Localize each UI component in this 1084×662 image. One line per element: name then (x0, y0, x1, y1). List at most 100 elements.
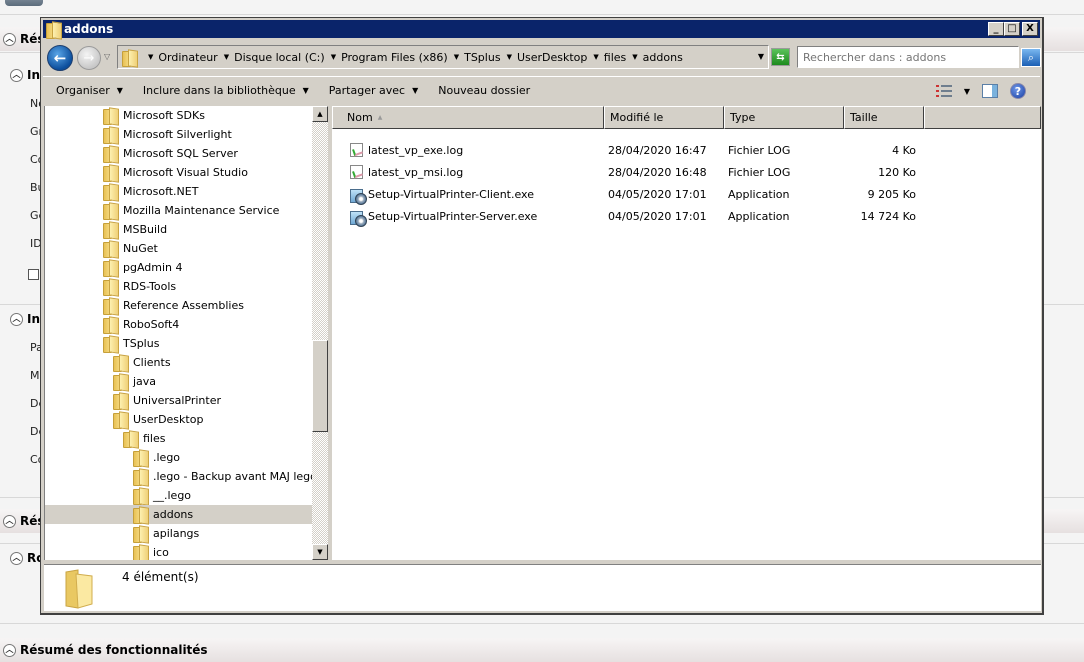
folder-icon (133, 450, 147, 467)
breadcrumb-local-disk[interactable]: ▼ Disque local (C:) (224, 51, 325, 64)
breadcrumb-userdesktop[interactable]: ▼ UserDesktop (507, 51, 588, 64)
organise-button[interactable]: Organiser ▼ (56, 84, 123, 97)
scroll-down-button[interactable]: ▼ (312, 544, 328, 560)
view-dropdown-icon[interactable]: ▼ (964, 87, 970, 96)
tree-item[interactable]: __.lego (45, 486, 328, 505)
collapse-icon: ︿ (10, 551, 23, 565)
tree-item[interactable]: Reference Assemblies (45, 296, 328, 315)
tree-item[interactable]: NuGet (45, 239, 328, 258)
collapse-icon: ︿ (3, 32, 16, 46)
tree-item-label: __.lego (153, 489, 192, 502)
column-header-modified[interactable]: Modifié le (604, 106, 724, 129)
folder-icon (113, 355, 127, 372)
folder-icon (103, 146, 117, 163)
tree-item[interactable]: .lego - Backup avant MAJ lego ex (45, 467, 328, 486)
back-button[interactable]: ← (47, 45, 73, 71)
file-row[interactable]: Setup-VirtualPrinter-Server.exe 04/05/20… (332, 206, 1041, 228)
minimize-button[interactable]: _ (988, 22, 1004, 36)
collapse-icon: ︿ (10, 312, 23, 326)
tree-item[interactable]: java (45, 372, 328, 391)
bg-checkbox[interactable] (28, 269, 39, 280)
new-folder-button[interactable]: Nouveau dossier (438, 84, 530, 97)
tree-item[interactable]: Mozilla Maintenance Service (45, 201, 328, 220)
folder-icon (103, 184, 117, 201)
column-header-size[interactable]: Taille (844, 106, 924, 129)
bg-subsection-2[interactable]: ︿ In (10, 312, 40, 326)
bg-section-features[interactable]: ︿ Résumé des fonctionnalités (0, 638, 1084, 662)
folder-icon (103, 203, 117, 220)
breadcrumb-program-files[interactable]: ▼ Program Files (x86) (331, 51, 448, 64)
folder-icon (122, 50, 136, 67)
chevron-down-icon[interactable]: ▼ (632, 53, 637, 61)
file-row[interactable]: Setup-VirtualPrinter-Client.exe 04/05/20… (332, 184, 1041, 206)
tree-item[interactable]: ico (45, 543, 328, 560)
tree-item[interactable]: UserDesktop (45, 410, 328, 429)
column-header-name[interactable]: Nom ▲ (332, 106, 604, 129)
chevron-down-icon[interactable]: ▼ (454, 53, 459, 61)
folder-icon (133, 488, 147, 505)
scroll-thumb[interactable] (312, 340, 328, 432)
search-input[interactable] (797, 46, 1019, 68)
chevron-down-icon[interactable]: ▼ (507, 53, 512, 61)
tree-item-label: ico (153, 546, 169, 559)
chevron-down-icon[interactable]: ▼ (331, 53, 336, 61)
address-bar[interactable]: ▼ Ordinateur ▼ Disque local (C:) ▼ Program … (117, 45, 769, 69)
tree-item-label: RoboSoft4 (123, 318, 180, 331)
chevron-down-icon[interactable]: ▼ (148, 53, 153, 61)
address-history-dropdown[interactable]: ▼ (758, 52, 764, 61)
preview-pane-icon[interactable] (982, 84, 998, 98)
tree-item[interactable]: .lego (45, 448, 328, 467)
chevron-down-icon[interactable]: ▼ (224, 53, 229, 61)
log-file-icon (350, 143, 363, 157)
tree-scrollbar[interactable]: ▲ ▼ (312, 106, 328, 560)
tree-item[interactable]: apilangs (45, 524, 328, 543)
log-file-icon (350, 165, 363, 179)
tree-item[interactable]: Microsoft SQL Server (45, 144, 328, 163)
tree-item[interactable]: UniversalPrinter (45, 391, 328, 410)
scroll-up-button[interactable]: ▲ (312, 106, 328, 122)
tree-item[interactable]: Clients (45, 353, 328, 372)
file-row[interactable]: latest_vp_exe.log 28/04/2020 16:47 Fichi… (332, 140, 1041, 162)
file-row[interactable]: latest_vp_msi.log 28/04/2020 16:48 Fichi… (332, 162, 1041, 184)
tree-item[interactable]: pgAdmin 4 (45, 258, 328, 277)
bg-subsection-1[interactable]: ︿ In (10, 68, 40, 82)
share-with-button[interactable]: Partager avec ▼ (329, 84, 418, 97)
tree-item-label: MSBuild (123, 223, 168, 236)
breadcrumb-addons[interactable]: ▼ addons (632, 51, 683, 64)
tree-item[interactable]: RDS-Tools (45, 277, 328, 296)
tree-item[interactable]: Microsoft.NET (45, 182, 328, 201)
search-button[interactable]: ⌕ (1021, 48, 1041, 67)
folder-icon (103, 298, 117, 315)
help-icon[interactable]: ? (1010, 83, 1026, 99)
breadcrumb-files[interactable]: ▼ files (593, 51, 626, 64)
tree-item[interactable]: MSBuild (45, 220, 328, 239)
item-count: 4 élément(s) (122, 570, 199, 584)
tree-item[interactable]: RoboSoft4 (45, 315, 328, 334)
tree-item[interactable]: Microsoft Visual Studio (45, 163, 328, 182)
title-bar[interactable]: addons _ □ X (43, 20, 1040, 39)
tree-item-label: UniversalPrinter (133, 394, 221, 407)
close-button[interactable]: X (1022, 22, 1038, 36)
tree-item[interactable]: TSplus (45, 334, 328, 353)
tree-item-label: Microsoft SDKs (123, 109, 205, 122)
refresh-button[interactable]: ⇆ (771, 48, 790, 66)
folder-icon (103, 317, 117, 334)
breadcrumb-tsplus[interactable]: ▼ TSplus (454, 51, 501, 64)
view-options-icon[interactable] (935, 85, 952, 97)
recent-pages-dropdown[interactable]: ▽ (104, 52, 110, 61)
tree-item[interactable]: Microsoft SDKs (45, 106, 328, 125)
arrow-left-icon: ← (53, 49, 67, 67)
forward-button[interactable]: → (77, 46, 101, 70)
tree-item[interactable]: Microsoft Silverlight (45, 125, 328, 144)
include-library-button[interactable]: Inclure dans la bibliothèque ▼ (143, 84, 309, 97)
breadcrumb-computer[interactable]: ▼ Ordinateur (148, 51, 218, 64)
tree-item-label: Microsoft.NET (123, 185, 199, 198)
column-header-type[interactable]: Type (724, 106, 844, 129)
tree-item[interactable]: files (45, 429, 328, 448)
folder-icon (103, 260, 117, 277)
file-list: Nom ▲ Modifié le Type Taille latest_vp_ex… (332, 106, 1041, 560)
tree-item[interactable]: addons (45, 505, 328, 524)
chevron-down-icon[interactable]: ▼ (593, 53, 598, 61)
maximize-button[interactable]: □ (1004, 22, 1020, 36)
arrow-right-icon: → (83, 50, 95, 66)
